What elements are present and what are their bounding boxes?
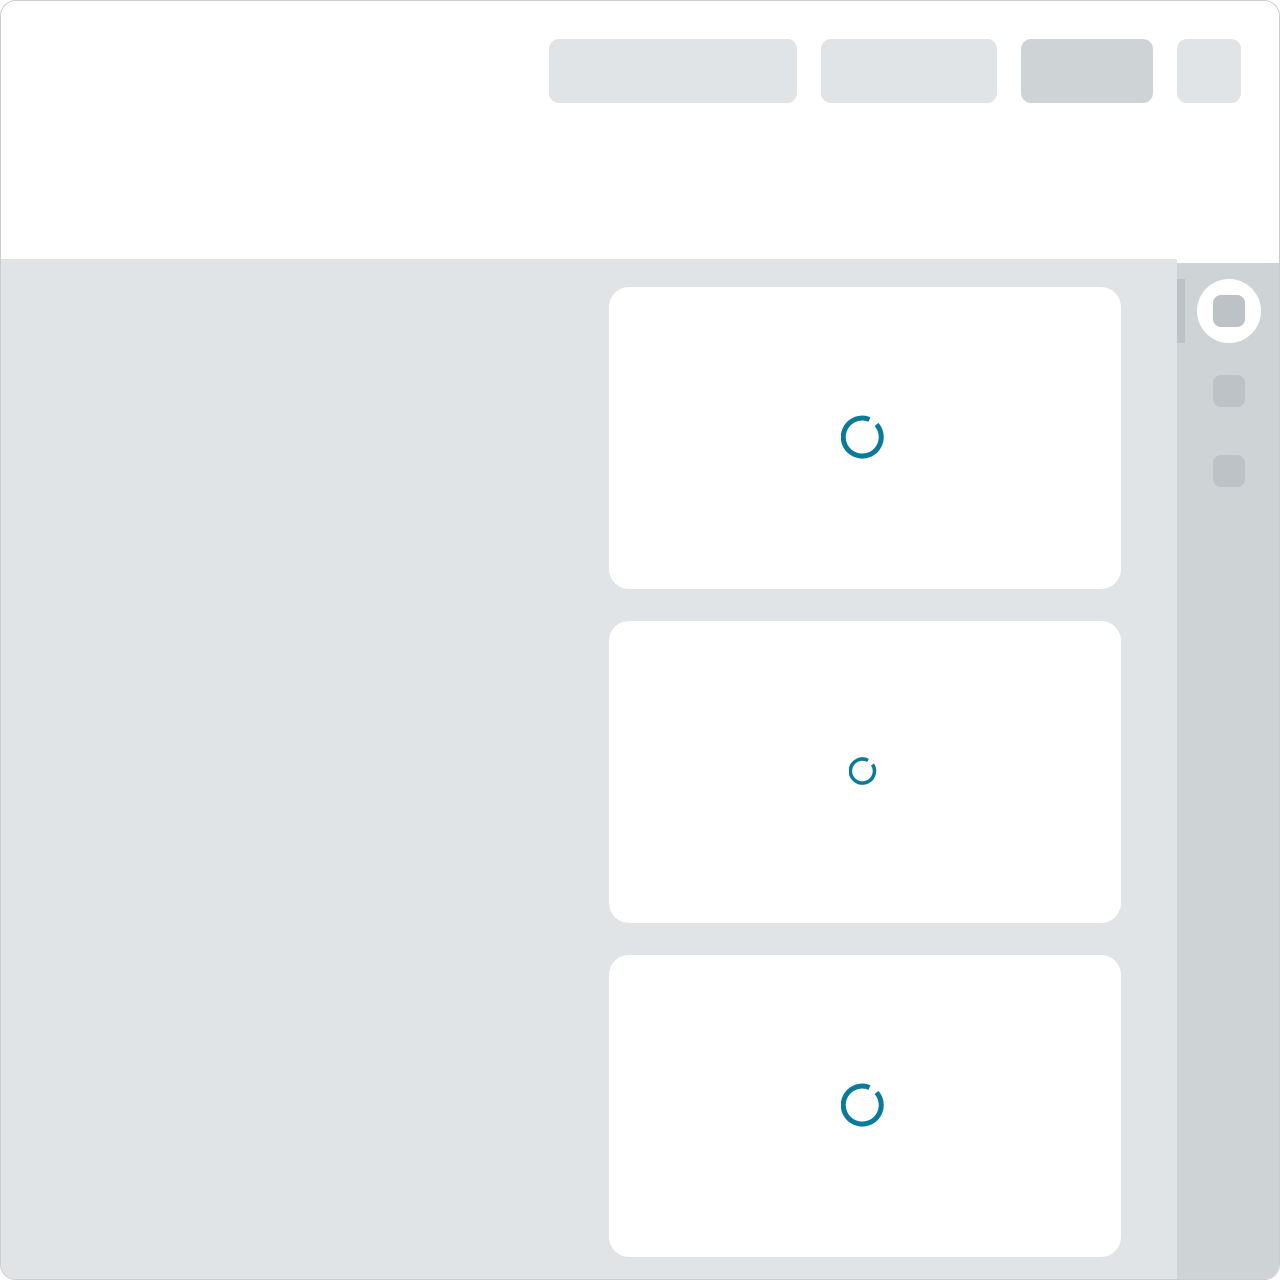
rail-item-icon[interactable] [1213,455,1245,487]
rail-item-icon[interactable] [1213,375,1245,407]
loading-card [609,955,1121,1257]
loading-card [609,287,1121,589]
rail-item-icon[interactable] [1213,295,1245,327]
skeleton-pill [549,39,797,103]
loading-card [609,621,1121,923]
skeleton-pill [821,39,997,103]
skeleton-pill-highlighted [1021,39,1153,103]
spinner-icon [841,1083,884,1127]
main-content [1,259,1177,1279]
header [1,1,1279,259]
skeleton-pill [1177,39,1241,103]
app-window [0,0,1280,1280]
rail-active-indicator [1177,279,1185,343]
spinner-icon [841,415,884,459]
spinner-icon [849,757,877,785]
right-rail [1177,263,1279,1279]
